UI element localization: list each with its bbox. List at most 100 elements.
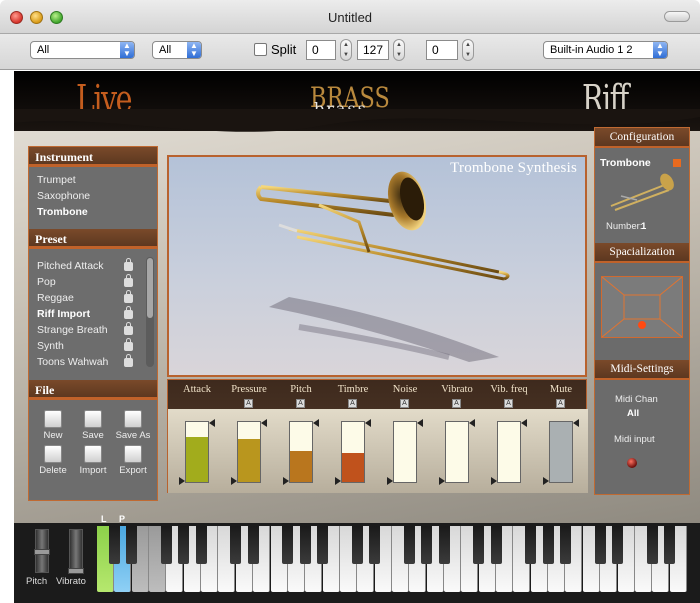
piano-black-key[interactable] (421, 526, 433, 564)
piano-black-key[interactable] (230, 526, 242, 564)
pitch-wheel-knob[interactable] (34, 549, 50, 555)
control-pressure-auto-button[interactable]: A (244, 399, 253, 408)
control-pressure-slider-fill (238, 438, 260, 482)
preset-item[interactable]: Pitched Attack (37, 260, 104, 272)
piano-black-key[interactable] (403, 526, 415, 564)
piano-black-key[interactable] (542, 526, 554, 564)
piano-black-key[interactable] (160, 526, 172, 564)
piano-black-key[interactable] (646, 526, 658, 564)
control-mute-auto-button[interactable]: A (556, 399, 565, 408)
vibrato-wheel-label: Vibrato (56, 576, 86, 587)
control-noise-auto-button[interactable]: A (400, 399, 409, 408)
piano-black-key[interactable] (525, 526, 537, 564)
preset-scroll-thumb[interactable] (147, 258, 153, 318)
control-noise-label: Noise (392, 384, 418, 395)
control-timbre-auto-button[interactable]: A (348, 399, 357, 408)
instrument-filter-value: All (159, 44, 172, 56)
toolbar-toggle-button[interactable] (664, 11, 690, 22)
instrument-item-saxophone[interactable]: Saxophone (37, 190, 90, 202)
control-vib-freq-slider[interactable] (491, 419, 527, 485)
piano-black-key[interactable] (195, 526, 207, 564)
configuration-instrument: Trombone (600, 157, 651, 169)
control-pressure-min-marker (231, 477, 237, 485)
audio-device-select[interactable]: Built-in Audio 1 2 ▲ ▼ (543, 41, 668, 59)
source-position-handle (638, 321, 646, 329)
preset-item[interactable]: Synth (37, 340, 64, 352)
piano-black-key[interactable] (247, 526, 259, 564)
pitch-marker: P (119, 514, 126, 524)
split-checkbox[interactable] (254, 43, 267, 56)
control-pitch-auto-button[interactable]: A (296, 399, 305, 408)
piano-black-key[interactable] (664, 526, 676, 564)
preset-item[interactable]: Pop (37, 276, 56, 288)
piano-black-key[interactable] (438, 526, 450, 564)
control-vib-freq-label: Vib. freq (490, 384, 528, 395)
plugin-body: Live BRASS brass Riff Instrument Trumpet… (14, 71, 700, 523)
vibrato-wheel-knob[interactable] (68, 568, 84, 574)
preset-item[interactable]: Reggae (37, 292, 74, 304)
control-mute-slider[interactable] (543, 419, 579, 485)
midi-chan-value[interactable]: All (627, 408, 639, 419)
piano-black-key[interactable] (317, 526, 329, 564)
vibrato-wheel[interactable] (68, 529, 84, 574)
piano-black-key[interactable] (473, 526, 485, 564)
control-pitch-slider[interactable] (283, 419, 319, 485)
piano-black-key[interactable] (369, 526, 381, 564)
piano-black-key[interactable] (126, 526, 138, 564)
piano-black-key[interactable] (559, 526, 571, 564)
pitch-wheel[interactable] (34, 529, 50, 573)
range-low-stepper[interactable]: ▲ ▼ (340, 39, 352, 61)
window-title: Untitled (327, 10, 373, 25)
control-timbre-slider-fill (342, 453, 364, 482)
midi-input-label: Midi input (614, 434, 655, 445)
save-as-button[interactable]: Save As (113, 410, 153, 441)
control-vib-freq-auto-button[interactable]: A (504, 399, 513, 408)
piano-black-key[interactable] (178, 526, 190, 564)
preset-item[interactable]: Toons Wahwah (37, 356, 108, 368)
arrow-right-icon (124, 445, 142, 463)
transpose-field[interactable]: 0 (426, 40, 458, 60)
import-button[interactable]: Import (73, 445, 113, 476)
control-vibrato-max-marker (469, 419, 475, 427)
number-label: Number: (606, 221, 643, 232)
piano-black-key[interactable] (594, 526, 606, 564)
preset-item-selected[interactable]: Riff Import (37, 308, 90, 320)
viewport-title: Trombone Synthesis (450, 160, 577, 176)
instrument-item-trumpet[interactable]: Trumpet (37, 174, 76, 186)
control-timbre-slider[interactable] (335, 419, 371, 485)
control-pitch-label: Pitch (290, 384, 312, 395)
piano-black-key[interactable] (612, 526, 623, 564)
select-arrows-icon: ▲ ▼ (187, 42, 201, 58)
pitch-wheel-label: Pitch (26, 576, 48, 587)
preset-item[interactable]: Strange Breath (37, 324, 108, 336)
piano-black-key[interactable] (108, 526, 120, 564)
piano-black-key[interactable] (282, 526, 294, 564)
toolbar: All ▲ ▼ All ▲ ▼ Split 0 ▲ ▼ 127 ▲ ▼ 0 ▲ ▼ Bui… (0, 34, 700, 70)
control-pitch-min-marker (283, 477, 289, 485)
range-high-stepper[interactable]: ▲ ▼ (393, 39, 405, 61)
control-attack-slider[interactable] (179, 419, 215, 485)
control-vibrato-slider[interactable] (439, 419, 475, 485)
control-noise-slider[interactable] (387, 419, 423, 485)
trombone-image (256, 171, 510, 362)
file-header: File (29, 380, 157, 400)
instrument-filter-select[interactable]: All ▲ ▼ (152, 41, 202, 59)
spacialization-pad[interactable] (601, 276, 683, 338)
delete-button[interactable]: Delete (33, 445, 73, 476)
save-button[interactable]: Save (73, 410, 113, 441)
piano-black-key[interactable] (299, 526, 311, 564)
range-high-field[interactable]: 127 (357, 40, 389, 60)
synthesis-controls: Attack Pressure A Pitch A Timbre A Noise A Vibrat… (167, 379, 588, 493)
piano-black-key[interactable] (351, 526, 363, 564)
control-mute-min-marker (543, 477, 549, 485)
piano-black-key[interactable] (490, 526, 502, 564)
export-button[interactable]: Export (113, 445, 153, 476)
instrument-viewport: Trombone Synthesis (167, 155, 587, 377)
channel-filter-select[interactable]: All ▲ ▼ (30, 41, 135, 59)
new-button[interactable]: New (33, 410, 73, 441)
control-pressure-slider[interactable] (231, 419, 267, 485)
instrument-item-trombone[interactable]: Trombone (37, 206, 88, 218)
transpose-stepper[interactable]: ▲ ▼ (462, 39, 474, 61)
range-low-field[interactable]: 0 (306, 40, 336, 60)
control-vibrato-auto-button[interactable]: A (452, 399, 461, 408)
